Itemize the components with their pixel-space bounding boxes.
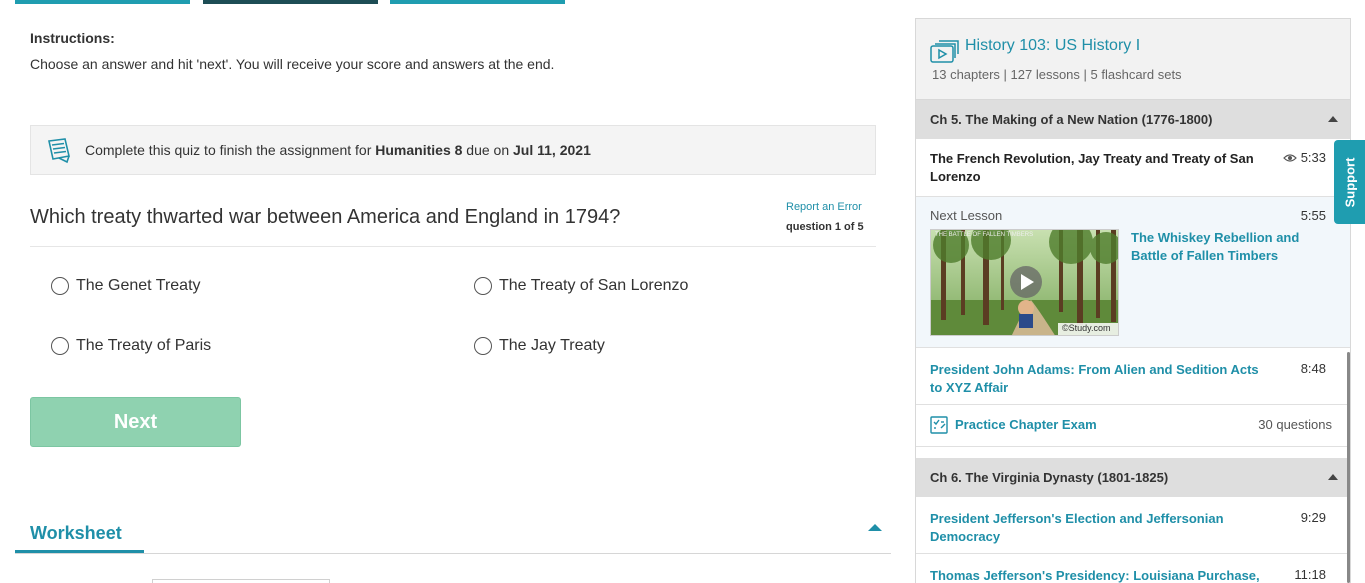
exam-title[interactable]: Practice Chapter Exam — [955, 416, 1285, 434]
answer-label: The Treaty of San Lorenzo — [499, 277, 689, 294]
lesson-duration: 11:18 — [1294, 567, 1326, 582]
answer-option-3[interactable]: The Treaty of Paris — [51, 337, 211, 355]
support-tab[interactable]: Support — [1334, 140, 1365, 224]
assignment-banner: Complete this quiz to finish the assignm… — [30, 125, 876, 175]
worksheet-divider — [15, 553, 891, 554]
support-label: Support — [1342, 157, 1358, 207]
progress-tab-2 — [203, 0, 378, 4]
chevron-up-icon — [1328, 116, 1338, 122]
lesson-duration: 8:48 — [1300, 361, 1326, 376]
collapse-caret-icon[interactable] — [868, 524, 882, 531]
assignment-course: Humanities 8 — [375, 142, 463, 158]
answer-option-4[interactable]: The Jay Treaty — [474, 337, 605, 355]
assignment-due-date: Jul 11, 2021 — [513, 142, 591, 158]
answer-label: The Jay Treaty — [499, 337, 605, 354]
course-title-link[interactable]: History 103: US History I — [965, 37, 1140, 55]
lesson-duration: 5:33 — [1282, 150, 1326, 165]
lesson-current[interactable]: The French Revolution, Jay Treaty and Tr… — [916, 139, 1350, 197]
exam-checklist-icon — [930, 416, 948, 434]
chapter-spacer — [916, 447, 1350, 458]
lesson-item[interactable]: President Jefferson's Election and Jeffe… — [916, 497, 1350, 554]
lesson-title[interactable]: Thomas Jefferson's Presidency: Louisiana… — [930, 567, 1260, 583]
question-counter: question 1 of 5 — [786, 221, 864, 233]
assignment-prefix: Complete this quiz to finish the assignm… — [85, 142, 376, 158]
radio-button[interactable] — [474, 337, 492, 355]
answer-option-1[interactable]: The Genet Treaty — [51, 277, 201, 295]
assignment-middle: due on — [462, 142, 514, 158]
thumbnail-watermark: ©Study.com — [1062, 323, 1111, 333]
chevron-up-icon — [1328, 474, 1338, 480]
progress-tabs — [15, 0, 575, 4]
course-header: History 103: US History I 13 chapters | … — [916, 19, 1350, 100]
radio-button[interactable] — [51, 277, 69, 295]
worksheet-content — [152, 579, 330, 583]
lesson-title[interactable]: The Whiskey Rebellion and Battle of Fall… — [1131, 229, 1321, 265]
lesson-title[interactable]: President John Adams: From Alien and Sed… — [930, 361, 1260, 397]
instructions-title: Instructions: — [30, 30, 115, 46]
eye-icon — [1282, 153, 1297, 162]
sidebar-scrollbar[interactable] — [1347, 352, 1350, 583]
lesson-item[interactable]: President John Adams: From Alien and Sed… — [916, 348, 1350, 405]
answer-label: The Genet Treaty — [76, 277, 201, 294]
course-video-icon — [930, 40, 959, 63]
chapter-title: Ch 5. The Making of a New Nation (1776-1… — [930, 112, 1213, 127]
forest-thumbnail-image — [931, 230, 1118, 335]
chapter-header[interactable]: Ch 6. The Virginia Dynasty (1801-1825) — [916, 458, 1350, 497]
report-error-link[interactable]: Report an Error — [786, 201, 862, 213]
chapter-title: Ch 6. The Virginia Dynasty (1801-1825) — [930, 470, 1169, 485]
duration-text: 5:33 — [1300, 150, 1326, 165]
thumbnail-caption: THE BATTLE OF FALLEN TIMBERS — [935, 232, 1034, 238]
next-lesson-label: Next Lesson — [930, 208, 1003, 223]
radio-button[interactable] — [51, 337, 69, 355]
question-divider — [30, 246, 876, 247]
lesson-item[interactable]: Thomas Jefferson's Presidency: Louisiana… — [916, 554, 1350, 583]
radio-button[interactable] — [474, 277, 492, 295]
lesson-thumbnail[interactable]: THE BATTLE OF FALLEN TIMBERS ©Study.com — [930, 229, 1119, 336]
next-button[interactable]: Next — [30, 397, 241, 447]
instructions-text: Choose an answer and hit 'next'. You wil… — [30, 56, 555, 72]
question-text: Which treaty thwarted war between Americ… — [30, 206, 621, 228]
answer-option-2[interactable]: The Treaty of San Lorenzo — [474, 277, 688, 295]
course-meta: 13 chapters | 127 lessons | 5 flashcard … — [932, 67, 1182, 82]
progress-tab-3 — [390, 0, 565, 4]
lesson-duration: 5:55 — [1300, 208, 1326, 223]
lesson-title[interactable]: President Jefferson's Election and Jeffe… — [930, 510, 1260, 546]
lesson-duration: 9:29 — [1300, 510, 1326, 525]
chapter-header[interactable]: Ch 5. The Making of a New Nation (1776-1… — [916, 100, 1350, 139]
lesson-next[interactable]: Next Lesson 5:55 THE BATTLE OF FALLEN TI… — [916, 197, 1350, 348]
progress-tab-1 — [15, 0, 190, 4]
answer-label: The Treaty of Paris — [76, 337, 212, 354]
exam-question-count: 30 questions — [1258, 417, 1332, 432]
practice-exam-item[interactable]: Practice Chapter Exam 30 questions — [916, 405, 1350, 447]
worksheet-tab[interactable]: Worksheet — [30, 523, 122, 544]
assignment-icon — [48, 138, 70, 164]
course-sidebar: History 103: US History I 13 chapters | … — [915, 18, 1351, 583]
lesson-title: The French Revolution, Jay Treaty and Tr… — [930, 151, 1254, 184]
